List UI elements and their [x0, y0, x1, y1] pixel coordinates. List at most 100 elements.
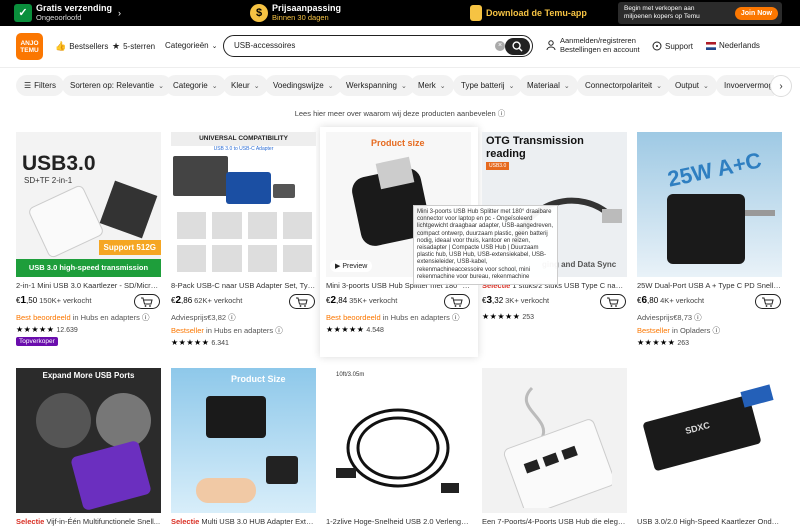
product-image[interactable]: [482, 368, 627, 513]
add-to-cart-button[interactable]: [289, 294, 315, 309]
search-input[interactable]: USB-accessoires: [234, 41, 295, 50]
learn-more-text: Lees hier meer over waarom wij deze prod…: [294, 109, 496, 118]
info-icon: ⓘ: [228, 313, 236, 322]
device-icons: [177, 212, 312, 272]
top-seller-badge: Topverkoper: [16, 337, 58, 346]
add-to-cart-button[interactable]: [134, 294, 160, 309]
sold-count: 150K+ verkocht: [39, 296, 92, 305]
temu-logo[interactable]: ANJO TEMU: [16, 33, 43, 60]
product-card[interactable]: 10ft/3.05m 1-2zlive Hoge-Snelheid USB 2.…: [326, 368, 471, 526]
sold-count: 62K+ verkocht: [194, 296, 243, 305]
nav-five-stars[interactable]: ★ 5-sterren: [112, 41, 155, 52]
nav-categories[interactable]: Categorieën ⌄: [165, 41, 217, 50]
nav-bestsellers[interactable]: 👍 Bestsellers: [55, 41, 108, 52]
add-to-cart-button[interactable]: [600, 294, 626, 309]
download-app-promo[interactable]: Download de Temu-app: [470, 5, 587, 21]
color-chip[interactable]: Kleur ⌄: [223, 75, 268, 96]
rating: ★★★★★ 253: [482, 312, 534, 321]
search-icon: [512, 40, 523, 52]
power-mode-chip[interactable]: Voedingswijze ⌄: [265, 75, 342, 96]
filter-label: Invoervermog: [724, 81, 773, 90]
preview-button[interactable]: ▶ Preview: [330, 260, 373, 272]
join-now-button[interactable]: Join Now: [734, 6, 778, 20]
battery-type-chip[interactable]: Type batterij ⌄: [453, 75, 523, 96]
add-to-cart-button[interactable]: [444, 294, 470, 309]
rank-label: Bestseller: [637, 326, 670, 335]
free-shipping-promo[interactable]: ✓ Gratis verzending Ongeoorloofd ›: [14, 3, 121, 22]
image-caption: 25W A+C: [665, 147, 764, 192]
category-chip[interactable]: Categorie ⌄: [165, 75, 226, 96]
filters-next-button[interactable]: ›: [770, 75, 792, 97]
nav-support[interactable]: Support: [652, 41, 693, 51]
image-caption: Product size: [371, 138, 425, 148]
add-to-cart-button[interactable]: [755, 294, 781, 309]
chevron-down-icon: ⌄: [563, 82, 570, 90]
product-title[interactable]: 2-in-1 Mini USB 3.0 Kaartlezer - SD/Micr…: [16, 281, 161, 290]
recommendation-note[interactable]: Lees hier meer over waarom wij deze prod…: [0, 108, 800, 119]
rank-category: in Hubs en adapters: [206, 326, 274, 335]
sort-chip[interactable]: Sorteren op: Relevantie ⌄: [62, 75, 172, 96]
product-image[interactable]: 10ft/3.05m: [326, 368, 471, 513]
output-chip[interactable]: Output ⌄: [667, 75, 717, 96]
rating-stars: ★★★★★: [637, 338, 676, 347]
rank-line: Bestseller in Hubs en adapters ⓘ: [171, 325, 283, 336]
rating: ★★★★★ 6.341: [171, 338, 229, 347]
search-button[interactable]: [505, 37, 530, 55]
seller-promo[interactable]: Begin met verkopen aan miljoenen kopers …: [618, 2, 782, 24]
image-caption: Expand More USB Ports: [42, 371, 135, 380]
product-card[interactable]: SDXC USB 3.0/2.0 High-Speed Kaartlezer O…: [637, 368, 782, 526]
product-image[interactable]: 25W A+C: [637, 132, 782, 277]
rank-line: Best beoordeeld in Hubs en adapters ⓘ: [326, 312, 459, 323]
info-icon: ⓘ: [451, 313, 460, 322]
chevron-down-icon: ⌄: [211, 82, 218, 90]
extension-cable-shape: [336, 408, 459, 493]
voltage-chip[interactable]: Werkspanning ⌄: [338, 75, 415, 96]
product-image[interactable]: UNIVERSAL COMPATIBILITY USB 3.0 to USB-C…: [171, 132, 316, 277]
categories-label: Categorieën: [165, 41, 209, 50]
filters-chip[interactable]: ☰ Filters: [16, 75, 64, 96]
product-card[interactable]: Expand More USB Ports Selectie Vijf-in-Éé…: [16, 368, 161, 526]
user-icon: [546, 40, 556, 50]
material-chip[interactable]: Materiaal ⌄: [519, 75, 578, 96]
language-selector[interactable]: Nederlands: [706, 41, 760, 50]
image-caption: UNIVERSAL COMPATIBILITY: [171, 132, 316, 146]
chevron-down-icon: ⌄: [327, 82, 334, 90]
product-card[interactable]: Product Size Selectie Multi USB 3.0 HUB A…: [171, 368, 316, 526]
account-line2: Bestellingen en account: [560, 45, 640, 54]
list-price-value: €8,73: [673, 313, 693, 322]
filter-label: Filters: [34, 81, 56, 90]
product-title[interactable]: 8-Pack USB-C naar USB Adapter Set, Type-…: [171, 281, 316, 290]
hub-disc-shape: [96, 393, 151, 448]
product-card[interactable]: USB3.0 SD+TF 2-in-1 Support 512G USB 3.0…: [16, 132, 161, 347]
product-image[interactable]: Product Size: [171, 368, 316, 513]
product-card[interactable]: 25W A+C 25W Dual-Port USB A + Type C PD …: [637, 132, 782, 347]
cart-icon: [762, 297, 774, 307]
truck-icon: ✓: [14, 3, 32, 22]
cart-icon: [607, 297, 619, 307]
product-image[interactable]: USB3.0 SD+TF 2-in-1 Support 512G USB 3.0…: [16, 132, 161, 277]
rating-stars: ★★★★★: [171, 338, 210, 347]
star-badge-icon: ★: [112, 41, 121, 51]
product-image[interactable]: Expand More USB Ports: [16, 368, 161, 513]
price-decimal: ,84: [336, 296, 348, 305]
chevron-down-icon: ⌄: [508, 82, 515, 90]
brand-chip[interactable]: Merk ⌄: [410, 75, 454, 96]
filter-label: Voedingswijze: [273, 81, 324, 90]
search-bar[interactable]: USB-accessoires ×: [223, 35, 533, 57]
product-title[interactable]: 25W Dual-Port USB A + Type C PD Snelle E…: [637, 281, 782, 290]
product-card[interactable]: Een 7-Poorts/4-Poorts USB Hub die elegan…: [482, 368, 627, 526]
connector-polarity-chip[interactable]: Connectorpolariteit ⌄: [577, 75, 671, 96]
product-image[interactable]: SDXC: [637, 368, 782, 513]
rank-label: Best beoordeeld: [16, 313, 71, 322]
price-adjust-promo[interactable]: $ Prijsaanpassing Binnen 30 dagen: [250, 3, 341, 22]
product-card[interactable]: UNIVERSAL COMPATIBILITY USB 3.0 to USB-C…: [171, 132, 316, 347]
review-count: 12.639: [56, 327, 78, 334]
input-power-chip[interactable]: Invoervermog: [716, 75, 774, 96]
app-label: Download de Temu-app: [486, 8, 587, 18]
price-sub: Binnen 30 dagen: [272, 13, 329, 22]
rating: ★★★★★ 4.548: [326, 325, 384, 334]
filter-label: Kleur: [231, 81, 250, 90]
clear-icon[interactable]: ×: [495, 41, 505, 51]
account-menu[interactable]: Aanmelden/registreren Bestellingen en acc…: [546, 36, 640, 54]
price-decimal: ,50: [26, 296, 38, 305]
